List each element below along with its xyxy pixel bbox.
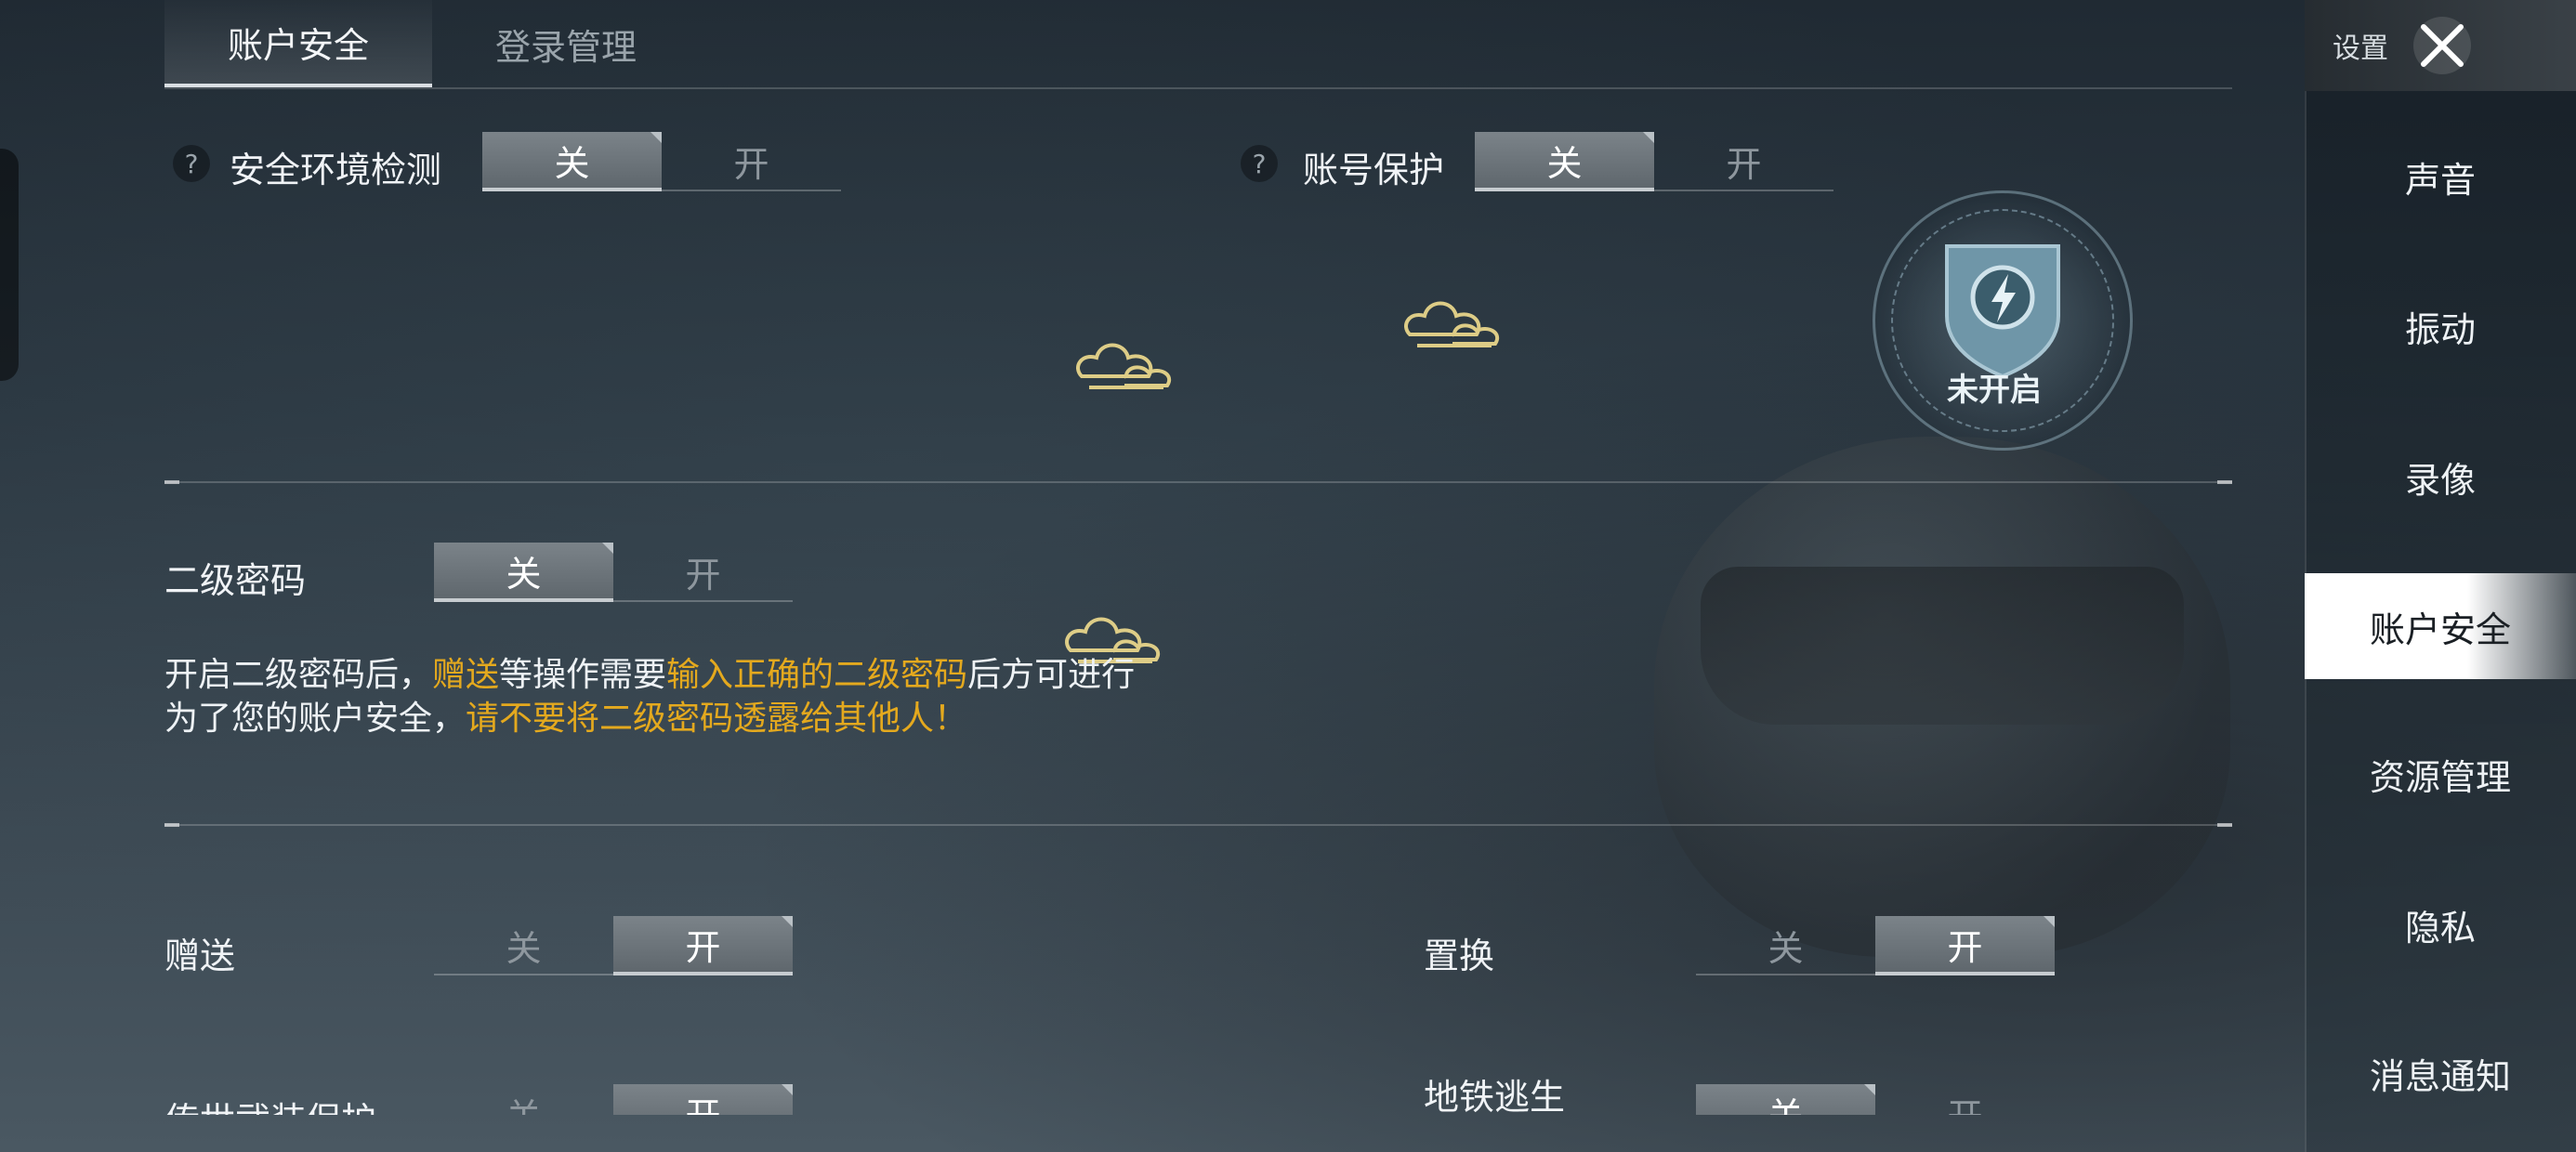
cloud-decoration-icon [1076, 343, 1171, 389]
account-protect-on-option[interactable]: 开 [1654, 132, 1833, 191]
tab-account-security[interactable]: 账户安全 [164, 0, 432, 87]
metro-escape-on-option[interactable]: 开 [1875, 1084, 2055, 1116]
security-check-off-option[interactable]: 关 [482, 132, 662, 191]
account-protect-off-option[interactable]: 关 [1475, 132, 1654, 191]
sidebar-item-sound[interactable]: 声音 [2305, 124, 2576, 229]
close-button[interactable] [2413, 17, 2471, 74]
security-check-on-option[interactable]: 开 [662, 132, 841, 191]
left-edge-handle [0, 149, 19, 381]
sidebar-item-recording[interactable]: 录像 [2305, 424, 2576, 530]
legend-gear-off-option[interactable]: 关 [434, 1084, 613, 1116]
security-check-toggle[interactable]: 关 开 [482, 132, 841, 191]
shield-bolt-icon [1945, 244, 2060, 379]
legend-gear-label: 传世武装保护 [164, 1092, 376, 1115]
gift-label: 赠送 [164, 936, 236, 976]
metro-escape-off-option[interactable]: 关 [1696, 1084, 1875, 1115]
tab-login-management[interactable]: 登录管理 [432, 0, 700, 87]
section-divider [164, 823, 2232, 827]
security-check-help-icon[interactable]: ? [173, 145, 210, 182]
top-tab-bar: 账户安全 登录管理 [164, 0, 2232, 89]
sidebar-item-notifications[interactable]: 消息通知 [2305, 1020, 2576, 1126]
second-password-toggle[interactable]: 关 开 [434, 543, 793, 602]
second-password-desc-line2: 为了您的账户安全，请不要将二级密码透露给其他人！ [164, 700, 968, 738]
gift-toggle[interactable]: 关 开 [434, 916, 793, 975]
badge-status-text: 未开启 [1947, 372, 2042, 409]
second-password-off-option[interactable]: 关 [434, 543, 613, 602]
metro-escape-label: 地铁逃生 [1424, 1077, 1566, 1118]
cloud-decoration-icon [1404, 301, 1499, 347]
sidebar-item-privacy[interactable]: 隐私 [2305, 871, 2576, 977]
account-protect-label: 账号保护 [1303, 150, 1445, 190]
sidebar-item-account-security[interactable]: 账户安全 [2305, 573, 2576, 679]
account-protect-toggle[interactable]: 关 开 [1475, 132, 1833, 191]
replace-toggle[interactable]: 关 开 [1696, 916, 2055, 975]
bottom-row-clip: 传世武装保护 关 开 关 开 [0, 1078, 2305, 1115]
second-password-desc-line1: 开启二级密码后，赠送等操作需要输入正确的二级密码后方可进行 [164, 656, 1136, 694]
sidebar-item-resource-management[interactable]: 资源管理 [2305, 721, 2576, 827]
replace-label: 置换 [1424, 936, 1495, 976]
gift-on-option[interactable]: 开 [613, 916, 793, 975]
replace-off-option[interactable]: 关 [1696, 916, 1875, 975]
settings-title: 设置 [2333, 33, 2388, 65]
close-icon [2421, 24, 2464, 67]
second-password-on-option[interactable]: 开 [613, 543, 793, 602]
second-password-label: 二级密码 [164, 560, 307, 601]
replace-on-option[interactable]: 开 [1875, 916, 2055, 975]
helmet-visor-art [1701, 567, 2184, 725]
security-check-label: 安全环境检测 [230, 150, 442, 190]
section-divider [164, 480, 2232, 484]
legend-gear-toggle[interactable]: 关 开 [434, 1084, 793, 1115]
legend-gear-on-option[interactable]: 开 [613, 1084, 793, 1115]
sidebar-item-vibration[interactable]: 振动 [2305, 273, 2576, 379]
account-protect-help-icon[interactable]: ? [1241, 145, 1278, 182]
metro-escape-toggle[interactable]: 关 开 [1696, 1084, 2055, 1115]
gift-off-option[interactable]: 关 [434, 916, 613, 975]
